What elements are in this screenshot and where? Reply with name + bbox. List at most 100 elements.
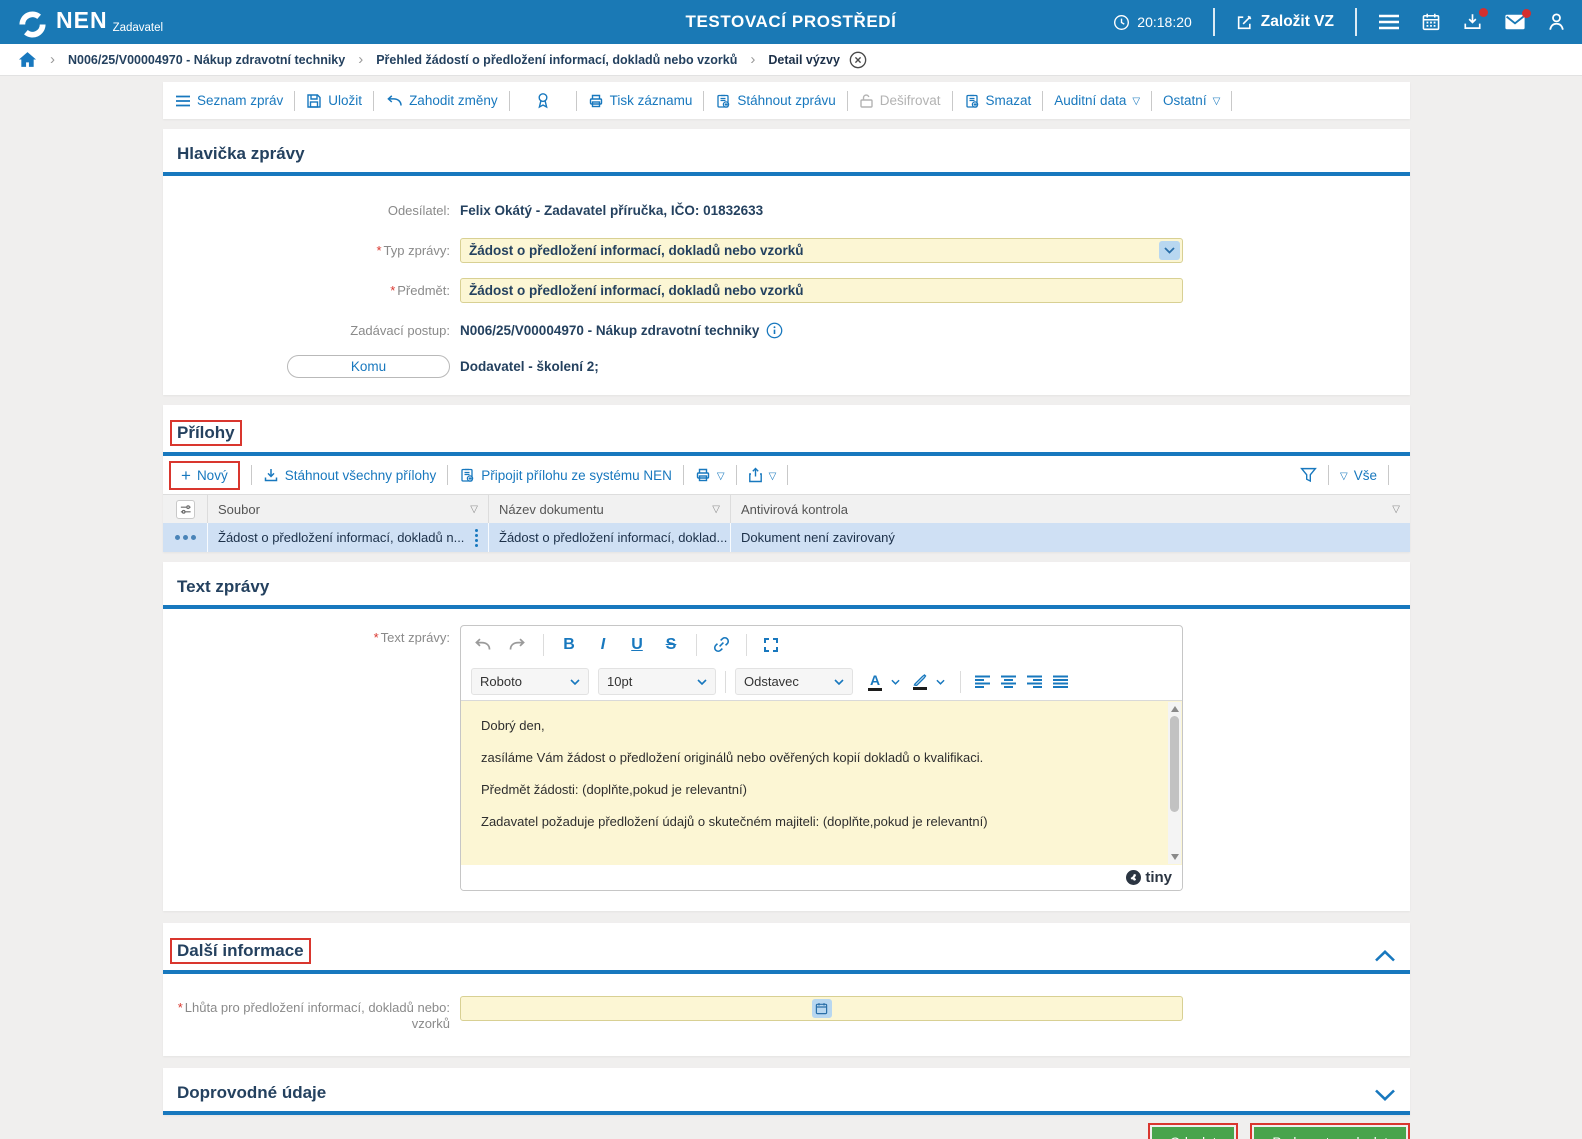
delete-button[interactable]: Smazat bbox=[964, 93, 1032, 109]
drag-handle-icon[interactable] bbox=[475, 529, 478, 547]
menu-icon[interactable] bbox=[1378, 14, 1400, 30]
other-menu[interactable]: Ostatní ▽ bbox=[1163, 93, 1220, 108]
sign-and-send-button[interactable]: Podepsat a odeslat bbox=[1254, 1127, 1406, 1139]
font-size-select[interactable]: 10pt bbox=[598, 668, 716, 695]
underline-icon[interactable]: U bbox=[628, 636, 646, 654]
session-time: 20:18:20 bbox=[1113, 14, 1192, 31]
chevron-down-icon[interactable] bbox=[891, 679, 900, 685]
section-title: Další informace bbox=[170, 938, 311, 964]
certificate-icon-button[interactable] bbox=[535, 92, 551, 109]
user-icon[interactable] bbox=[1547, 12, 1566, 32]
message-type-select[interactable] bbox=[460, 238, 1183, 263]
recipients-button[interactable]: Komu bbox=[287, 355, 450, 378]
block-format-select[interactable]: Odstavec bbox=[735, 668, 853, 695]
section-title: Doprovodné údaje bbox=[177, 1083, 326, 1103]
tiny-logo-icon bbox=[1126, 870, 1141, 885]
filter-icon[interactable] bbox=[1300, 467, 1317, 483]
scroll-down-icon[interactable] bbox=[1171, 854, 1179, 860]
calendar-icon[interactable] bbox=[1421, 12, 1441, 32]
divider bbox=[1355, 8, 1357, 36]
create-vz-button[interactable]: Založit VZ bbox=[1236, 13, 1334, 31]
align-center-icon[interactable] bbox=[1000, 675, 1017, 689]
richtext-editor: B I U S bbox=[460, 625, 1183, 891]
download-message-button[interactable]: Stáhnout zprávu bbox=[715, 93, 835, 109]
align-left-icon[interactable] bbox=[974, 675, 991, 689]
font-family-select[interactable]: Roboto bbox=[471, 668, 589, 695]
download-all-attachments-button[interactable]: Stáhnout všechny přílohy bbox=[263, 467, 437, 483]
collapse-section-icon[interactable] bbox=[1374, 950, 1396, 964]
app-header: NEN Zadavatel TESTOVACÍ PROSTŘEDÍ 20:18:… bbox=[0, 0, 1582, 44]
section-attachments: Přílohy + Nový Stáhnout všechny přílohy … bbox=[163, 405, 1410, 552]
cell-soubor: Žádost o předložení informací, dokladů n… bbox=[218, 530, 464, 545]
footer-actions: Odeslat Podepsat a odeslat bbox=[163, 1123, 1410, 1139]
save-button[interactable]: Uložit bbox=[306, 93, 362, 109]
column-filter-icon[interactable]: ▽ bbox=[712, 504, 720, 515]
column-filter-icon[interactable]: ▽ bbox=[470, 504, 478, 515]
discard-changes-button[interactable]: Zahodit změny bbox=[385, 93, 498, 108]
nen-logo[interactable]: NEN Zadavatel bbox=[16, 3, 163, 41]
chevron-down-icon: ▽ bbox=[769, 471, 777, 482]
highlight-color-button[interactable] bbox=[913, 673, 927, 690]
recipients-value: Dodavatel - školení 2; bbox=[460, 354, 599, 379]
send-button[interactable]: Odeslat bbox=[1152, 1127, 1235, 1139]
clock-icon bbox=[1113, 14, 1130, 31]
redo-icon[interactable] bbox=[508, 637, 527, 652]
chevron-down-icon bbox=[697, 679, 707, 685]
home-icon[interactable] bbox=[18, 51, 37, 68]
record-toolbar: Seznam zpráv Uložit Zahodit změny bbox=[163, 82, 1410, 119]
calendar-picker-icon[interactable] bbox=[812, 999, 832, 1018]
brand-text: NEN bbox=[56, 7, 108, 33]
message-list-button[interactable]: Seznam zpráv bbox=[175, 93, 283, 108]
close-tab-icon[interactable] bbox=[849, 51, 867, 69]
chevron-down-icon[interactable] bbox=[1159, 241, 1180, 260]
align-justify-icon[interactable] bbox=[1052, 675, 1069, 689]
inbox-icon[interactable] bbox=[1462, 12, 1483, 32]
link-icon[interactable] bbox=[713, 636, 730, 653]
subject-input[interactable] bbox=[460, 278, 1183, 303]
text-color-button[interactable]: A bbox=[868, 673, 882, 691]
new-attachment-button[interactable]: + Nový bbox=[169, 461, 240, 490]
strikethrough-icon[interactable]: S bbox=[662, 636, 680, 654]
message-text-area[interactable]: Dobrý den, zasíláme Vám žádost o předlož… bbox=[461, 701, 1182, 865]
notification-badge bbox=[1522, 9, 1531, 18]
message-paragraph: zasíláme Vám žádost o předložení originá… bbox=[481, 750, 1162, 765]
mail-icon[interactable] bbox=[1504, 13, 1526, 31]
subject-label: *Předmět: bbox=[163, 278, 460, 303]
column-soubor[interactable]: Soubor bbox=[218, 502, 260, 517]
scrollbar-thumb[interactable] bbox=[1170, 716, 1179, 812]
chevron-down-icon[interactable] bbox=[936, 679, 945, 685]
section-message-text: Text zprávy *Text zprávy: B I U S bbox=[163, 562, 1410, 911]
scroll-up-icon[interactable] bbox=[1171, 706, 1179, 712]
sender-label: Odesílatel: bbox=[163, 198, 460, 223]
attach-from-nen-button[interactable]: Připojit přílohu ze systému NEN bbox=[459, 467, 672, 483]
export-attachments-button[interactable]: ▽ bbox=[748, 467, 777, 483]
column-settings-icon[interactable] bbox=[176, 500, 195, 519]
tiny-brand[interactable]: tiny bbox=[1145, 869, 1172, 886]
print-attachments-button[interactable]: ▽ bbox=[695, 467, 725, 483]
fullscreen-icon[interactable] bbox=[763, 637, 779, 653]
sender-value: Felix Okátý - Zadavatel příručka, IČO: 0… bbox=[460, 198, 763, 223]
breadcrumb-item-procedure[interactable]: N006/25/V00004970 - Nákup zdravotní tech… bbox=[68, 53, 345, 67]
print-record-button[interactable]: Tisk záznamu bbox=[588, 93, 693, 109]
undo-icon[interactable] bbox=[473, 637, 492, 652]
attachment-row[interactable]: Žádost o předložení informací, dokladů n… bbox=[163, 523, 1410, 552]
align-right-icon[interactable] bbox=[1026, 675, 1043, 689]
italic-icon[interactable]: I bbox=[594, 636, 612, 654]
environment-title: TESTOVACÍ PROSTŘEDÍ bbox=[685, 0, 896, 44]
column-filter-icon[interactable]: ▽ bbox=[1392, 504, 1400, 515]
editor-scrollbar[interactable] bbox=[1168, 702, 1181, 864]
column-antivir[interactable]: Antivirová kontrola bbox=[741, 502, 848, 517]
editor-footer: tiny bbox=[461, 865, 1182, 890]
bold-icon[interactable]: B bbox=[560, 636, 578, 654]
column-nazev[interactable]: Název dokumentu bbox=[499, 502, 604, 517]
audit-data-menu[interactable]: Auditní data ▽ bbox=[1054, 93, 1140, 108]
expand-section-icon[interactable] bbox=[1374, 1089, 1396, 1103]
breadcrumb-item-requests[interactable]: Přehled žádostí o předložení informací, … bbox=[376, 53, 737, 67]
chevron-down-icon: ▽ bbox=[1213, 96, 1221, 107]
nen-logo-icon bbox=[16, 8, 49, 41]
chevron-down-icon: ▽ bbox=[717, 471, 725, 482]
info-icon[interactable] bbox=[766, 322, 783, 339]
filter-all-button[interactable]: ▽ Vše bbox=[1340, 468, 1377, 483]
chevron-down-icon: ▽ bbox=[1340, 471, 1348, 482]
row-actions-icon[interactable] bbox=[175, 535, 196, 540]
